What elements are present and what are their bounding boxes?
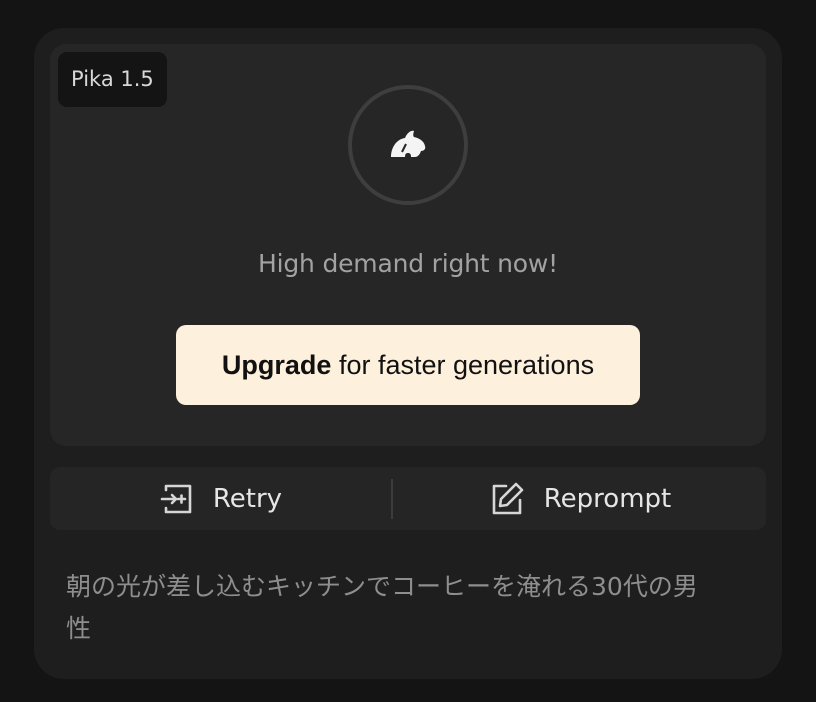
reprompt-button[interactable]: Reprompt [393,467,766,530]
upgrade-bold-label: Upgrade [221,350,332,380]
edit-icon [492,482,524,514]
reprompt-label: Reprompt [543,483,672,514]
retry-icon [160,484,192,513]
generation-card: Pika 1.5 High demand right now! Upgrade … [34,28,782,679]
status-message: High demand right now! [258,249,558,278]
generation-preview: Pika 1.5 High demand right now! Upgrade … [50,44,766,446]
upgrade-rest-label: for faster generations [331,350,595,380]
upgrade-button[interactable]: Upgrade for faster generations [176,325,640,405]
model-badge: Pika 1.5 [58,52,167,107]
retry-button[interactable]: Retry [50,467,391,530]
bunny-logo-icon [391,130,426,157]
prompt-text: 朝の光が差し込むキッチンでコーヒーを淹れる30代の男性 [66,572,698,643]
retry-label: Retry [212,483,283,514]
action-bar: Retry Reprompt [50,467,766,530]
loading-spinner [348,85,468,205]
